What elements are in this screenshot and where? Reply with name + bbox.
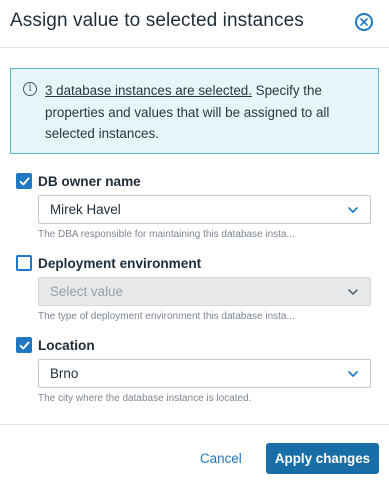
- dialog-header: Assign value to selected instances: [0, 0, 389, 48]
- db-owner-name-checkbox[interactable]: [16, 173, 32, 189]
- chevron-down-icon: [348, 371, 358, 377]
- location-value: Brno: [50, 366, 79, 381]
- db-owner-name-label: DB owner name: [38, 173, 141, 189]
- location-label: Location: [38, 337, 95, 353]
- db-owner-name-select[interactable]: Mirek Havel: [38, 195, 371, 224]
- location-help: The city where the database instance is …: [38, 393, 252, 404]
- chevron-down-icon: [348, 289, 358, 295]
- db-owner-name-value: Mirek Havel: [50, 202, 121, 217]
- apply-changes-button[interactable]: Apply changes: [266, 443, 379, 474]
- location-checkbox[interactable]: [16, 337, 32, 353]
- dialog-footer: Cancel Apply changes: [0, 424, 389, 483]
- deployment-environment-label: Deployment environment: [38, 255, 202, 271]
- info-banner: i 3 database instances are selected. Spe…: [10, 68, 379, 154]
- dialog-title: Assign value to selected instances: [10, 10, 304, 31]
- deployment-environment-placeholder: Select value: [50, 284, 123, 299]
- deployment-environment-checkbox[interactable]: [16, 255, 32, 271]
- deployment-environment-select: Select value: [38, 277, 371, 306]
- location-select[interactable]: Brno: [38, 359, 371, 388]
- info-icon: i: [23, 82, 37, 96]
- info-message: 3 database instances are selected. Speci…: [45, 80, 366, 145]
- deployment-environment-help: The type of deployment environment this …: [38, 311, 295, 322]
- close-icon[interactable]: [355, 13, 373, 31]
- db-owner-name-help: The DBA responsible for maintaining this…: [38, 229, 295, 240]
- cancel-button[interactable]: Cancel: [200, 451, 242, 466]
- field-deployment-environment: Deployment environment Select value The …: [16, 254, 376, 322]
- selected-instances-link[interactable]: 3 database instances are selected.: [45, 83, 252, 98]
- chevron-down-icon: [348, 207, 358, 213]
- field-db-owner-name: DB owner name Mirek Havel The DBA respon…: [16, 172, 376, 240]
- field-location: Location Brno The city where the databas…: [16, 336, 376, 404]
- assign-value-dialog: Assign value to selected instances i 3 d…: [0, 0, 389, 483]
